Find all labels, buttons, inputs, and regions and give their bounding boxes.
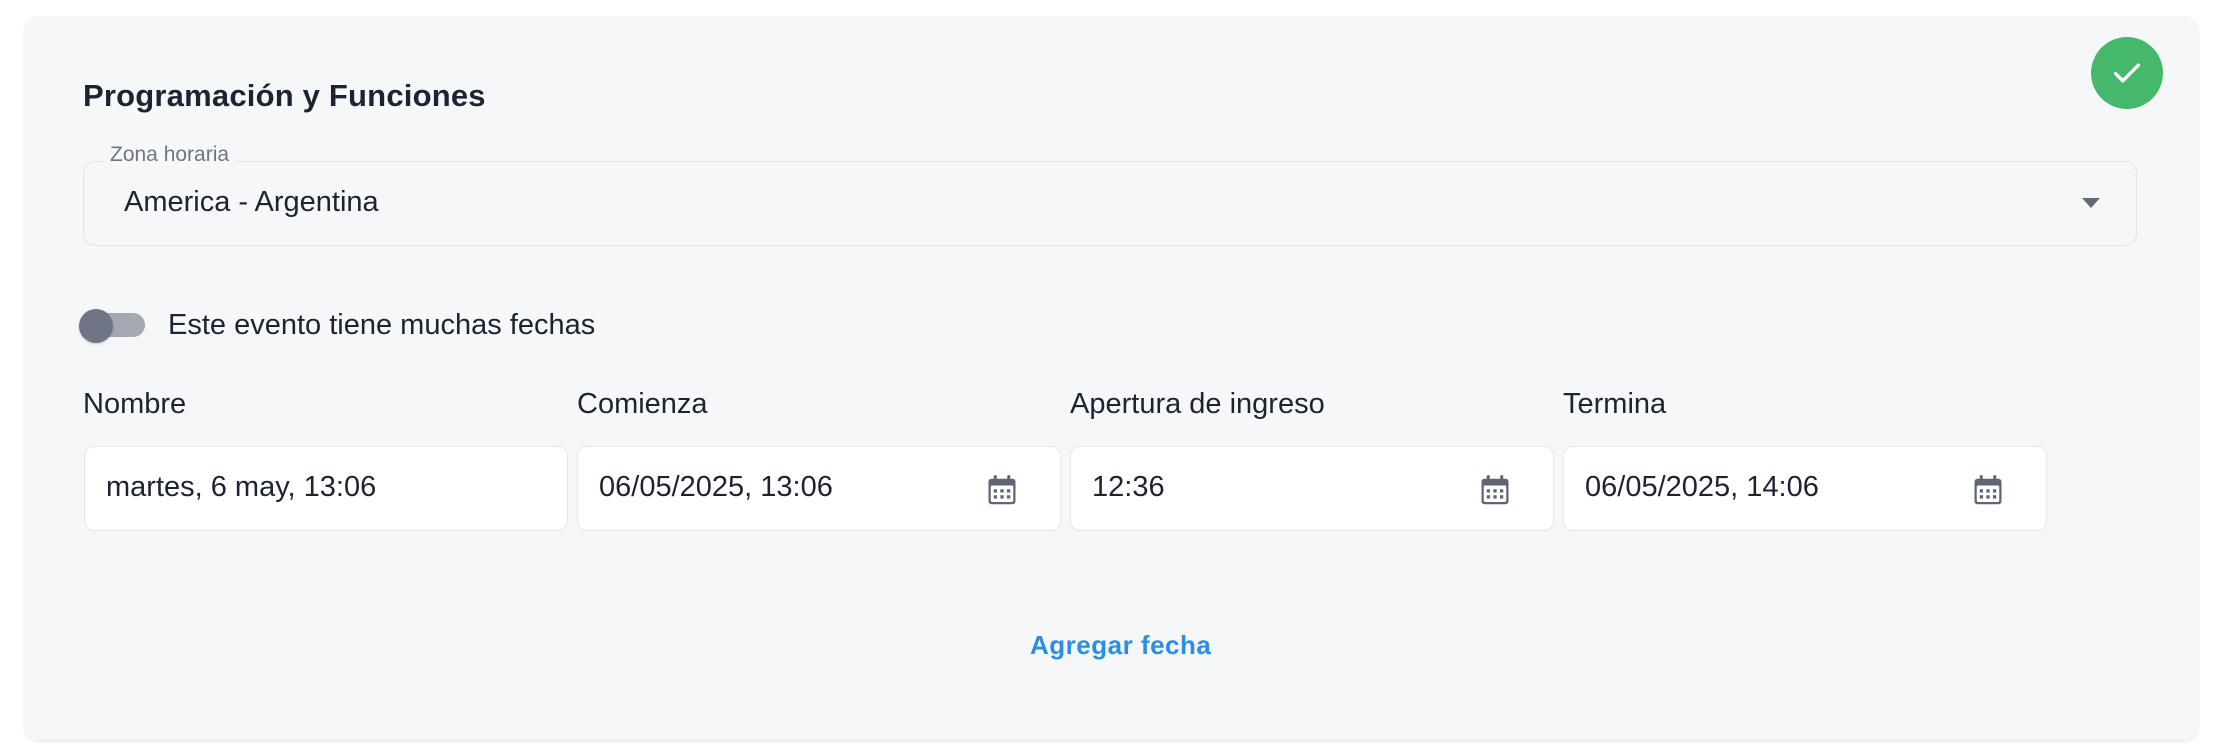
multi-dates-toggle-label: Este evento tiene muchas fechas <box>168 309 596 341</box>
doors-column-label: Apertura de ingreso <box>1070 388 1325 420</box>
start-datetime-input[interactable]: 06/05/2025, 13:06 <box>577 446 1061 531</box>
end-value: 06/05/2025, 14:06 <box>1585 471 1819 503</box>
add-date-button[interactable]: Agregar fecha <box>1030 630 1211 661</box>
calendar-icon[interactable] <box>1970 471 2006 509</box>
doors-value: 12:36 <box>1092 471 1165 503</box>
multi-dates-toggle[interactable] <box>79 309 147 343</box>
timezone-label: Zona horaria <box>104 143 236 167</box>
timezone-value: America - Argentina <box>124 186 379 218</box>
end-column-label: Termina <box>1563 388 1667 420</box>
doors-time-input[interactable]: 12:36 <box>1070 446 1554 531</box>
name-input[interactable]: martes, 6 may, 13:06 <box>84 446 568 531</box>
complete-badge <box>2091 37 2163 109</box>
calendar-icon[interactable] <box>1477 471 1513 509</box>
section-title: Programación y Funciones <box>83 78 486 113</box>
calendar-icon[interactable] <box>984 471 1020 509</box>
start-value: 06/05/2025, 13:06 <box>599 471 833 503</box>
name-value: martes, 6 may, 13:06 <box>106 471 377 503</box>
check-icon <box>2113 63 2141 83</box>
caret-down-icon <box>2082 198 2100 208</box>
timezone-select[interactable]: America - Argentina <box>83 161 2137 246</box>
end-datetime-input[interactable]: 06/05/2025, 14:06 <box>1563 446 2047 531</box>
toggle-knob <box>79 309 113 343</box>
name-column-label: Nombre <box>83 388 187 420</box>
start-column-label: Comienza <box>577 388 708 420</box>
